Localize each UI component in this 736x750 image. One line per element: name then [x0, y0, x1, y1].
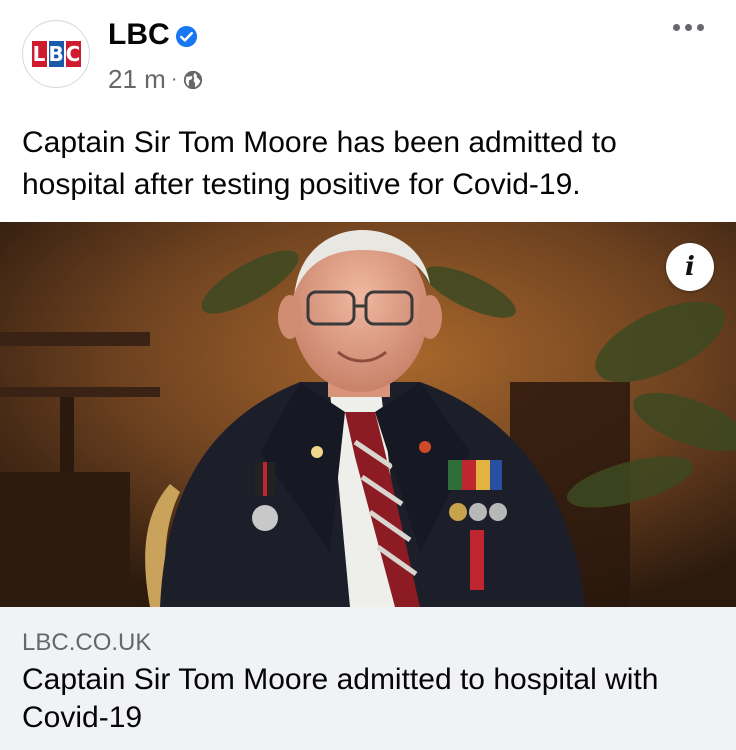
page-avatar[interactable]: L B C: [22, 20, 90, 88]
logo-letter-b: B: [48, 41, 64, 67]
post-meta: 21 m ·: [108, 64, 204, 95]
info-button[interactable]: i: [666, 243, 714, 291]
link-preview-image[interactable]: [0, 222, 736, 607]
post-header: L B C LBC 21 m ·: [0, 0, 736, 110]
meta-separator: ·: [170, 68, 178, 90]
more-dot: [673, 24, 680, 31]
post-timestamp[interactable]: 21 m: [108, 64, 166, 95]
more-dot: [697, 24, 704, 31]
portrait-illustration: [0, 222, 736, 607]
page-name[interactable]: LBC: [108, 18, 170, 52]
link-domain: LBC.CO.UK: [22, 629, 152, 656]
more-options-button[interactable]: [673, 24, 704, 31]
lbc-logo: L B C: [31, 41, 81, 67]
logo-letter-c: C: [65, 41, 81, 67]
globe-icon: [184, 70, 203, 89]
verified-badge-icon: [175, 25, 198, 48]
link-preview-card[interactable]: LBC.CO.UK Captain Sir Tom Moore admitted…: [0, 607, 736, 750]
logo-letter-l: L: [31, 41, 47, 67]
link-title[interactable]: Captain Sir Tom Moore admitted to hospit…: [22, 661, 712, 737]
more-dot: [685, 24, 692, 31]
post-text: Captain Sir Tom Moore has been admitted …: [22, 126, 617, 201]
